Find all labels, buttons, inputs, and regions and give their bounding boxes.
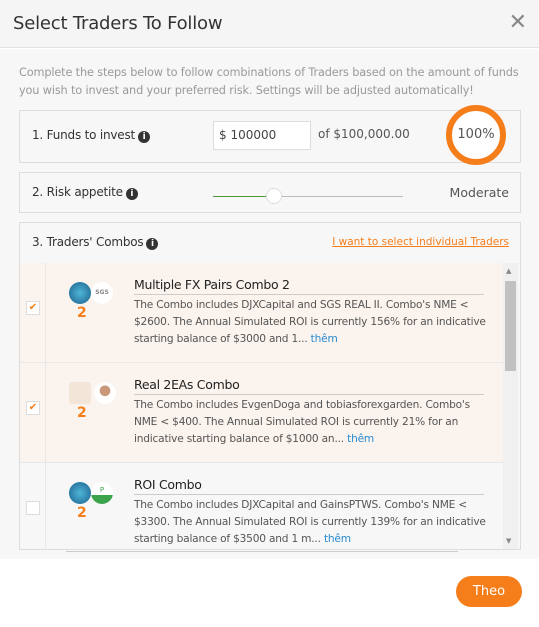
risk-slider-fill — [213, 196, 274, 197]
select-individual-traders-link[interactable]: I want to select individual Traders — [332, 236, 509, 248]
scroll-down-icon[interactable]: ▼ — [506, 537, 511, 545]
more-link[interactable]: thêm — [347, 433, 374, 445]
info-icon[interactable]: i — [146, 238, 159, 250]
trader-avatar — [69, 282, 91, 304]
funds-input[interactable]: $ 100000 — [213, 121, 311, 150]
info-icon[interactable]: i — [138, 131, 151, 143]
trader-avatar: SGS — [91, 282, 113, 304]
combo-name[interactable]: ROI Combo — [134, 477, 484, 495]
modal-header: Select Traders To Follow ✕ — [0, 0, 539, 48]
trader-avatar — [94, 382, 116, 404]
combos-label: 3. Traders' Combos — [32, 235, 144, 249]
modal-footer: Theo — [0, 559, 539, 627]
risk-slider[interactable] — [213, 188, 403, 204]
funds-total: of $100,000.00 — [318, 127, 410, 141]
more-link[interactable]: thêm — [311, 333, 338, 345]
funds-section: 1. Funds to invest i $ 100000 of $100,000… — [19, 105, 521, 165]
intro-text: Complete the steps below to follow combi… — [19, 66, 519, 97]
more-link[interactable]: thêm — [324, 533, 351, 545]
trader-avatar — [69, 382, 91, 404]
next-button[interactable]: Theo — [456, 576, 522, 607]
combo-name[interactable]: Multiple FX Pairs Combo 2 — [134, 277, 484, 295]
risk-value: Moderate — [449, 185, 509, 200]
scroll-up-icon[interactable]: ▲ — [506, 267, 511, 275]
combo-description: The Combo includes EvgenDoga and tobiasf… — [134, 399, 470, 445]
modal-title: Select Traders To Follow — [13, 13, 223, 34]
trader-count: 2 — [77, 505, 87, 521]
risk-slider-handle[interactable] — [265, 188, 282, 204]
trader-avatar — [69, 482, 91, 504]
combo-name[interactable]: Real 2EAs Combo — [134, 377, 484, 395]
risk-label: 2. Risk appetite — [32, 185, 123, 199]
combo-row[interactable]: ✔ 2 Real 2EAs Combo The Combo includes E… — [20, 363, 503, 463]
trader-count: 2 — [77, 405, 87, 421]
scrollbar[interactable]: ▲ ▼ — [503, 263, 518, 549]
risk-section: 2. Risk appetite i Moderate — [19, 172, 521, 213]
close-icon[interactable]: ✕ — [509, 10, 527, 35]
combo-row[interactable]: P 2 ROI Combo The Combo includes DJXCapi… — [20, 463, 503, 549]
scrollbar-thumb[interactable] — [505, 281, 516, 371]
combo-checkbox[interactable]: ✔ — [26, 401, 40, 415]
combo-checkbox[interactable] — [26, 501, 40, 515]
combo-list: ✔ SGS 2 Multiple FX Pairs Combo 2 The Co… — [20, 263, 518, 549]
combo-description: The Combo includes DJXCapital and GainsP… — [134, 499, 486, 545]
combo-row[interactable]: ✔ SGS 2 Multiple FX Pairs Combo 2 The Co… — [20, 263, 503, 363]
trader-count: 2 — [77, 305, 87, 321]
divider — [66, 551, 458, 552]
funds-label: 1. Funds to invest — [32, 128, 136, 142]
info-icon[interactable]: i — [125, 188, 138, 200]
trader-avatar: P — [91, 482, 113, 504]
funds-percent-ring: 100% — [446, 105, 506, 165]
combo-checkbox[interactable]: ✔ — [26, 301, 40, 315]
